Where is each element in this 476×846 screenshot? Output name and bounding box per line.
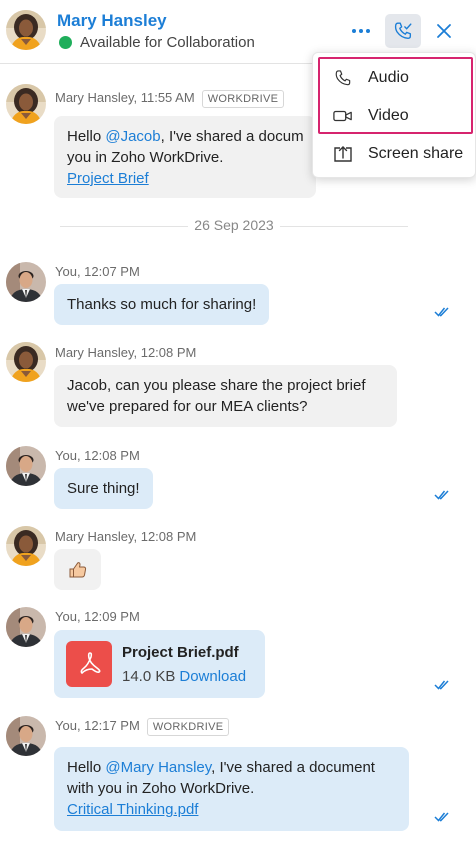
read-receipt-icon (434, 307, 449, 317)
message-meta: Mary Hansley, 11:55 AM WORKDRIVE (55, 90, 285, 108)
menu-item-video[interactable]: Video (313, 98, 476, 134)
thumbs-up-icon (69, 561, 86, 577)
message-bubble[interactable]: Jacob, can you please share the project … (54, 365, 397, 427)
menu-item-audio[interactable]: Audio (313, 60, 476, 96)
screen-share-icon (333, 144, 353, 164)
status-dot-icon (59, 36, 72, 49)
date-label: 26 Sep 2023 (188, 217, 280, 233)
message-sender-time: You, 12:07 PM (55, 264, 140, 279)
message-bubble[interactable]: Thanks so much for sharing! (54, 284, 270, 325)
message-text: you in Zoho WorkDrive. (67, 149, 224, 166)
message-text: Sure thing! (67, 480, 140, 497)
workdrive-tag: WORKDRIVE (201, 90, 285, 108)
close-icon (437, 24, 451, 38)
file-attachment[interactable]: Project Brief.pdf 14.0 KB Download (54, 630, 265, 698)
contact-status: Available for Collaboration (59, 34, 255, 51)
message-text: Hello (67, 128, 106, 145)
message-bubble[interactable] (54, 549, 101, 590)
message-text: with you in Zoho WorkDrive. (67, 780, 255, 797)
mention-link[interactable]: @Jacob (105, 128, 160, 145)
message-sender-time: Mary Hansley, 11:55 AM (55, 90, 195, 105)
message-text: Thanks so much for sharing! (67, 296, 257, 313)
contact-avatar[interactable] (6, 10, 46, 50)
message-bubble[interactable]: Sure thing! (54, 468, 153, 509)
file-name: Project Brief.pdf (122, 643, 239, 661)
avatar[interactable] (6, 446, 46, 486)
attachment-link[interactable]: Project Brief (67, 170, 149, 187)
message-text: , I've shared a document (211, 759, 375, 776)
avatar[interactable] (6, 262, 46, 302)
avatar[interactable] (6, 84, 46, 124)
menu-item-screen-share[interactable]: Screen share (313, 136, 476, 172)
avatar[interactable] (6, 342, 46, 382)
call-button[interactable] (385, 14, 421, 48)
phone-icon (333, 68, 353, 88)
message-meta: You, 12:17 PM WORKDRIVE (55, 718, 230, 736)
read-receipt-icon (434, 490, 449, 500)
chat-window: Mary Hansley Available for Collaboration… (0, 0, 476, 846)
message-bubble[interactable]: Hello @Mary Hansley, I've shared a docum… (54, 747, 409, 831)
avatar[interactable] (6, 716, 46, 756)
phone-call-icon (394, 22, 412, 40)
message-sender-time: You, 12:08 PM (55, 448, 140, 463)
status-text: Available for Collaboration (80, 34, 255, 51)
message-text: , I've shared a docum (160, 128, 304, 145)
pdf-file-icon (66, 641, 112, 687)
close-button[interactable] (430, 17, 458, 45)
menu-item-label: Audio (368, 69, 409, 86)
message-text: Jacob, can you please share the project … (67, 377, 366, 394)
workdrive-tag: WORKDRIVE (146, 718, 230, 736)
message-text: we've prepared for our MEA clients? (67, 398, 308, 415)
message-sender-time: You, 12:17 PM (55, 718, 140, 733)
menu-item-label: Screen share (368, 145, 464, 162)
contact-name[interactable]: Mary Hansley (57, 11, 167, 31)
read-receipt-icon (434, 680, 449, 690)
date-separator: 26 Sep 2023 (60, 216, 408, 236)
read-receipt-icon (434, 812, 449, 822)
more-dots-icon (352, 29, 370, 33)
menu-item-label: Video (368, 107, 409, 124)
message-sender-time: Mary Hansley, 12:08 PM (55, 529, 197, 544)
file-size: 14.0 KB (122, 667, 176, 685)
avatar[interactable] (6, 607, 46, 647)
download-link[interactable]: Download (179, 668, 246, 685)
avatar[interactable] (6, 526, 46, 566)
mention-link[interactable]: @Mary Hansley (105, 759, 211, 776)
message-bubble[interactable]: Hello @Jacob, I've shared a docum you in… (54, 116, 316, 198)
call-options-menu: Audio Video Screen share (312, 52, 476, 178)
message-sender-time: You, 12:09 PM (55, 609, 140, 624)
message-text: Hello (67, 759, 106, 776)
attachment-link[interactable]: Critical Thinking.pdf (67, 801, 198, 818)
video-camera-icon (333, 106, 353, 126)
more-options-button[interactable] (346, 17, 376, 45)
message-sender-time: Mary Hansley, 12:08 PM (55, 345, 197, 360)
